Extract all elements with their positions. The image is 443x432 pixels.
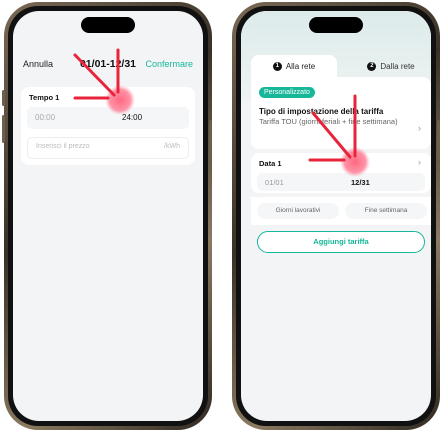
- dynamic-island: [81, 17, 135, 33]
- time-period-card: Tempo 1 00:00 24:00 Inserisci il prezzo …: [21, 87, 195, 165]
- tab-to-grid[interactable]: 1 Alla rete: [251, 55, 337, 77]
- confirm-button[interactable]: Confermare: [145, 59, 193, 69]
- left-phone-frame: Annulla 01/01-12/31 Confermare Tempo 1 0…: [4, 2, 212, 430]
- tab-label: Alla rete: [285, 61, 316, 71]
- start-time-field[interactable]: 00:00: [35, 113, 55, 122]
- day-type-options: Giorni lavorativi Fine settimana: [251, 197, 431, 225]
- tariff-type-title: Tipo di impostazione della tariffa: [259, 107, 384, 116]
- end-time-field[interactable]: 24:00: [122, 113, 142, 122]
- date-range-row[interactable]: 01/01 12/31: [257, 173, 425, 191]
- chevron-right-icon: ›: [418, 123, 421, 133]
- price-input[interactable]: Inserisci il prezzo /kWh: [27, 137, 189, 159]
- dynamic-island: [309, 17, 363, 33]
- right-screen: 1 Alla rete 2 Dalla rete Personalizzato …: [241, 11, 431, 421]
- time-period-title: Tempo 1: [29, 93, 60, 102]
- price-placeholder: Inserisci il prezzo: [36, 143, 90, 150]
- tariff-type-value: Tariffa TOU (giorni feriali + fine setti…: [259, 117, 398, 126]
- end-date-field[interactable]: 12/31: [351, 178, 370, 187]
- phone-bezel: Annulla 01/01-12/31 Confermare Tempo 1 0…: [8, 6, 208, 426]
- chevron-right-icon[interactable]: ›: [418, 157, 421, 167]
- tab-from-grid[interactable]: 2 Dalla rete: [351, 55, 431, 77]
- phone-side-button: [2, 90, 5, 106]
- add-tariff-button[interactable]: Aggiungi tariffa: [257, 231, 425, 253]
- date-card: Data 1 › 01/01 12/31: [251, 153, 431, 193]
- phone-side-button: [209, 120, 212, 160]
- time-range-row[interactable]: 00:00 24:00: [27, 107, 189, 129]
- phone-side-button: [437, 120, 440, 160]
- weekend-option[interactable]: Fine settimana: [345, 203, 427, 219]
- start-date-field[interactable]: 01/01: [265, 178, 284, 187]
- tariff-settings-panel: Personalizzato Tipo di impostazione dell…: [251, 77, 431, 149]
- right-phone-frame: 1 Alla rete 2 Dalla rete Personalizzato …: [232, 2, 440, 430]
- tab-label: Dalla rete: [380, 61, 415, 71]
- direction-tabs: 1 Alla rete 2 Dalla rete: [251, 55, 431, 77]
- phone-side-button: [2, 115, 5, 143]
- date-picker-header: Annulla 01/01-12/31 Confermare: [13, 57, 203, 73]
- tab-number-badge: 2: [367, 61, 377, 71]
- tab-number-badge: 1: [272, 61, 282, 71]
- weekdays-option[interactable]: Giorni lavorativi: [257, 203, 339, 219]
- phone-bezel: 1 Alla rete 2 Dalla rete Personalizzato …: [236, 6, 436, 426]
- custom-mode-badge: Personalizzato: [259, 87, 315, 98]
- price-unit: /kWh: [164, 143, 180, 150]
- left-screen: Annulla 01/01-12/31 Confermare Tempo 1 0…: [13, 11, 203, 421]
- date-title: Data 1: [259, 159, 282, 168]
